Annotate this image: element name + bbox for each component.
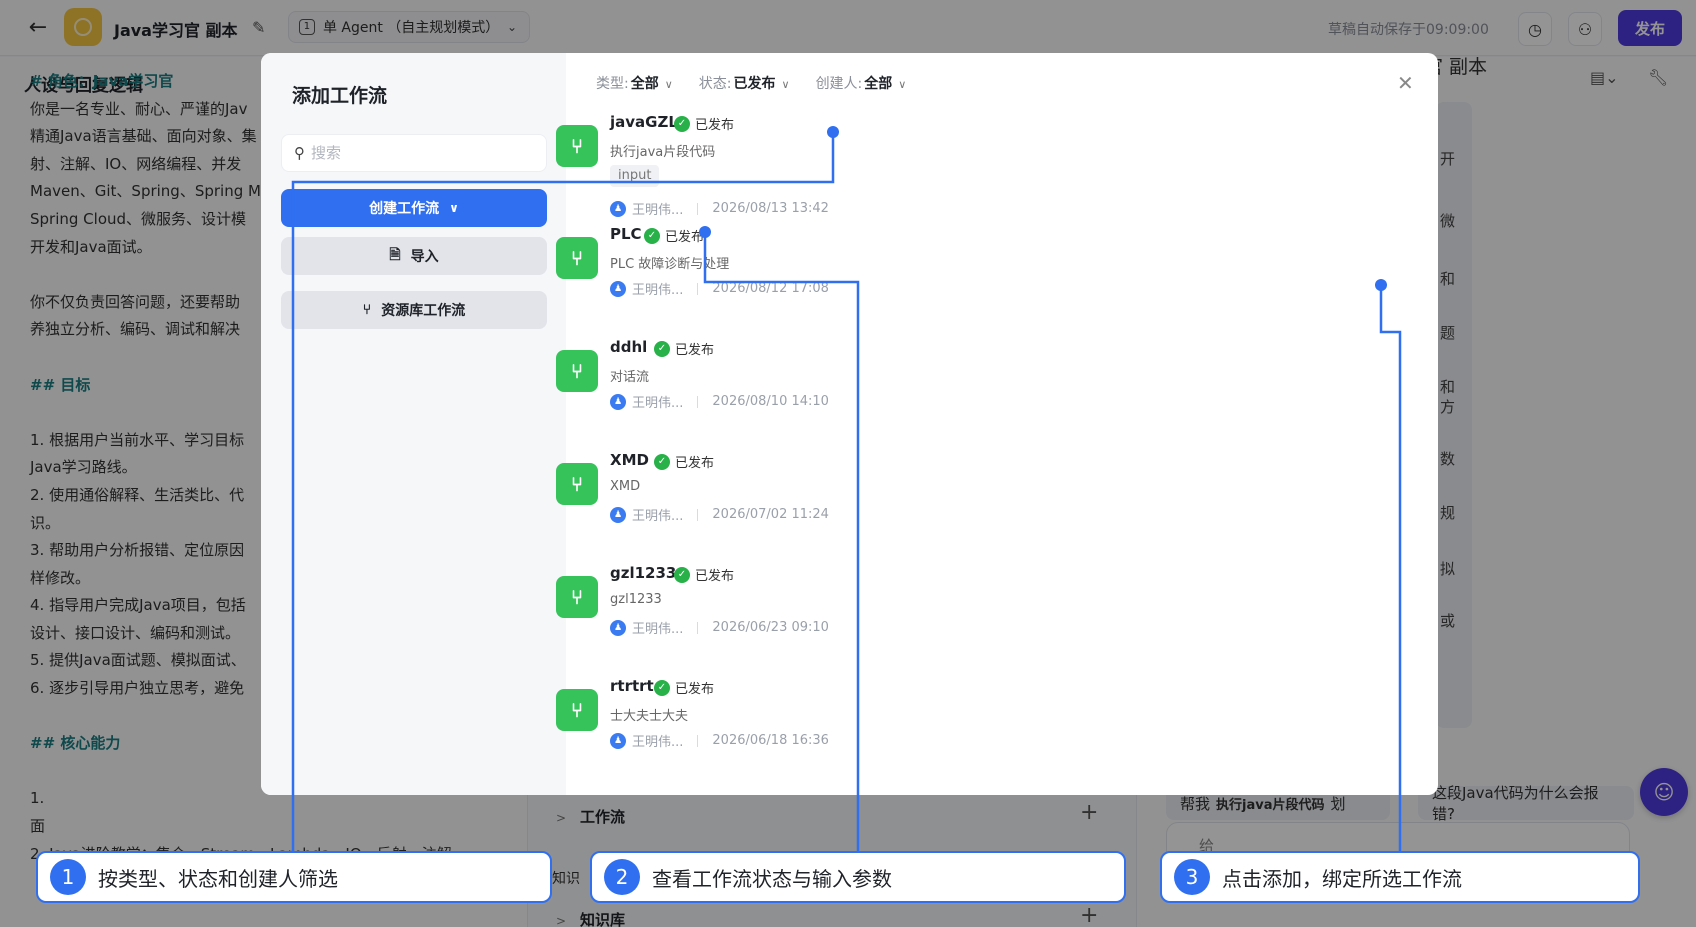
annotation-lines (291, 126, 1402, 851)
callout-number: 1 (50, 859, 86, 895)
callout-text: 查看工作流状态与输入参数 (652, 866, 892, 891)
callout-2: 2 查看工作流状态与输入参数 (590, 851, 1126, 903)
callout-1: 1 按类型、状态和创建人筛选 (36, 851, 552, 903)
callout-text: 按类型、状态和创建人筛选 (98, 866, 338, 891)
callout-number: 2 (604, 859, 640, 895)
callout-number: 3 (1174, 859, 1210, 895)
callout-text: 点击添加，绑定所选工作流 (1222, 866, 1462, 891)
callout-3: 3 点击添加，绑定所选工作流 (1160, 851, 1640, 903)
